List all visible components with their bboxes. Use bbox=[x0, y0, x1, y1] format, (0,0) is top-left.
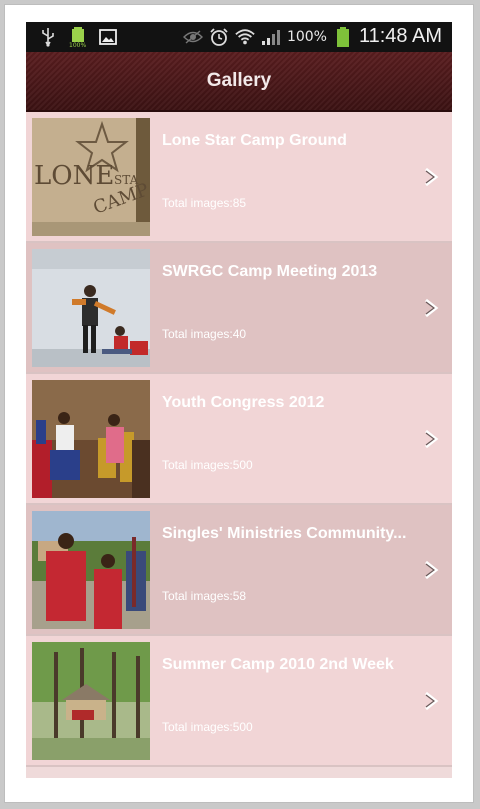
chevron-right-icon[interactable] bbox=[422, 557, 442, 583]
album-title: Youth Congress 2012 bbox=[162, 394, 325, 411]
album-image-count: Total images:58 bbox=[162, 589, 247, 603]
eye-icon bbox=[182, 26, 203, 48]
status-left: 100% bbox=[38, 26, 118, 49]
album-title: SWRGC Camp Meeting 2013 bbox=[162, 263, 378, 280]
album-thumbnail bbox=[32, 380, 150, 498]
album-thumbnail bbox=[32, 642, 150, 760]
phone-screen: 100% 100% 11:48 AM Gallery LONE STA CAMP… bbox=[26, 22, 452, 778]
chevron-right-icon[interactable] bbox=[422, 688, 442, 714]
album-thumbnail: LONE STA CAMP bbox=[32, 118, 150, 236]
chevron-right-icon[interactable] bbox=[422, 295, 442, 321]
gallery-item-youth-congress-2012[interactable]: Youth Congress 2012 Total images:500 bbox=[26, 374, 452, 505]
chevron-right-icon[interactable] bbox=[422, 426, 442, 452]
gallery-item-singles-ministries-community[interactable]: Singles' Ministries Community... Total i… bbox=[26, 505, 452, 636]
album-title: Summer Camp 2010 2nd Week bbox=[162, 656, 394, 673]
status-right: 100% 11:48 AM bbox=[182, 25, 442, 48]
signal-icon bbox=[261, 26, 281, 48]
usb-icon bbox=[38, 26, 58, 48]
battery-charging-icon: 100% bbox=[68, 26, 88, 49]
album-image-count: Total images:40 bbox=[162, 327, 247, 341]
wifi-icon bbox=[235, 26, 255, 48]
chevron-right-icon[interactable] bbox=[422, 164, 442, 190]
gallery-item-swrgc-camp-meeting-2013[interactable]: SWRGC Camp Meeting 2013 Total images:40 bbox=[26, 243, 452, 374]
status-time: 11:48 AM bbox=[358, 25, 442, 47]
alarm-icon bbox=[209, 26, 229, 48]
small-battery-label: 100% bbox=[69, 42, 87, 49]
gallery-list[interactable]: LONE STA CAMP Lone Star Camp Ground Tota… bbox=[26, 112, 452, 778]
image-icon bbox=[98, 26, 118, 48]
album-image-count: Total images:85 bbox=[162, 196, 247, 210]
status-bar: 100% 100% 11:48 AM bbox=[26, 22, 452, 52]
svg-text:LONE: LONE bbox=[34, 161, 114, 191]
gallery-item-summer-camp-2010-2nd-week[interactable]: Summer Camp 2010 2nd Week Total images:5… bbox=[26, 636, 452, 767]
gallery-item-lone-star-camp-ground[interactable]: LONE STA CAMP Lone Star Camp Ground Tota… bbox=[26, 112, 452, 243]
album-title: Lone Star Camp Ground bbox=[162, 132, 347, 149]
album-image-count: Total images:500 bbox=[162, 458, 253, 472]
album-image-count: Total images:500 bbox=[162, 720, 253, 734]
album-thumbnail bbox=[32, 511, 150, 629]
album-title: Singles' Ministries Community... bbox=[162, 525, 407, 542]
battery-icon bbox=[333, 26, 353, 48]
app-header: Gallery bbox=[26, 52, 452, 112]
page-title: Gallery bbox=[206, 70, 272, 91]
album-thumbnail bbox=[32, 249, 150, 367]
battery-percent: 100% bbox=[286, 28, 327, 45]
